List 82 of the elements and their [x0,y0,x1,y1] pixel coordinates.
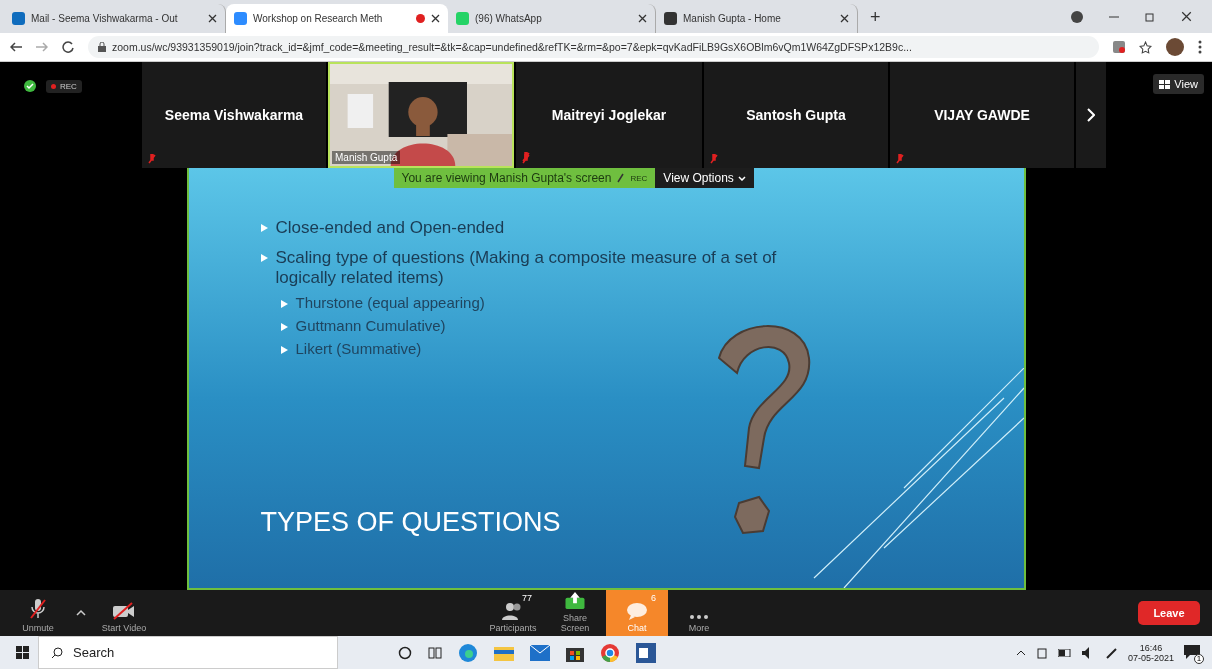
chat-icon [626,602,648,620]
start-video-button[interactable]: Start Video [92,590,156,636]
tab-title: (96) WhatsApp [475,13,543,24]
close-icon[interactable] [1181,11,1192,22]
address-bar[interactable]: zoom.us/wc/93931359019/join?track_id=&jmf_code=&meeting_result=&tk=&cap=undefined&refTK=&rm=&po=7&epk=qvKadFiLB9GsX6OBlm6vQm1W64ZgDFSPx12B9c... [88,36,1099,58]
bullet-icon [260,254,268,262]
caret-icon [737,175,746,181]
avatar-icon[interactable] [1166,38,1184,56]
recording-label: REC [630,173,648,183]
participant-name: Santosh Gupta [746,107,846,123]
caret-icon[interactable] [76,609,86,617]
mail-icon[interactable] [530,644,550,661]
clock-time: 16:46 [1139,642,1163,653]
task-view-icon[interactable] [428,645,442,660]
bullet-icon [260,224,268,232]
view-button[interactable]: View [1153,74,1204,94]
bullet-text: Scaling type of questions (Making a composite measure of a set of logically related items) [275,248,778,288]
profile-icon[interactable] [1071,10,1083,23]
tab-title: Mail - Seema Vishwakarma - Out [31,13,179,24]
bullet-text: Likert (Summative) [295,340,422,357]
count-label: 77 [522,593,532,603]
recording-badge: REC [46,80,82,93]
chevron-right-icon [1087,108,1095,122]
pen-icon[interactable] [1105,646,1118,659]
participant-name: Maitreyi Joglekar [551,107,667,123]
toolbar-button[interactable]: Share Screen [544,590,606,636]
browser-tab[interactable]: Workshop on Research Meth [226,4,448,33]
close-icon[interactable] [840,14,849,23]
tab-title: Manish Gupta - Home [683,13,782,24]
search-icon [51,646,63,659]
leave-button[interactable]: Leave [1138,601,1200,625]
restore-icon[interactable] [1145,11,1155,22]
back-icon[interactable] [10,42,22,52]
bullet-icon [280,300,288,308]
muted-mic-icon [617,173,625,183]
lock-icon [98,42,106,52]
chrome-icon[interactable] [600,642,620,663]
grid-icon [1159,79,1171,89]
close-icon[interactable] [638,14,647,23]
slide-title: TYPES OF QUESTIONS [260,507,562,538]
word-icon[interactable] [636,642,656,663]
menu-icon[interactable] [1198,40,1202,54]
search-placeholder: Search [73,645,115,660]
participant-name: Seema Vishwakarma [164,107,304,123]
star-icon[interactable] [1139,40,1152,54]
toolbar-button[interactable]: 77 Participants [482,590,544,636]
bullet-text: Close-ended and Open-ended [275,218,505,238]
close-icon[interactable] [208,14,217,23]
extension-icon[interactable] [1113,41,1125,53]
notification-button[interactable]: 1 [1184,644,1202,661]
muted-mic-icon [29,598,47,620]
taskbar-clock[interactable]: 16:46 07-05-2021 [1127,642,1174,663]
count-label: 6 [651,593,656,603]
notification-icon [1184,644,1200,659]
notification-count: 1 [1194,653,1204,664]
bullet-icon [280,323,288,331]
more-icon [689,614,709,620]
chevron-up-icon[interactable] [1015,649,1026,656]
participant-name: VIJAY GAWDE [934,107,1030,123]
reload-icon[interactable] [62,41,74,53]
url-text: zoom.us/wc/93931359019/join?track_id=&jmf_code=&meeting_result=&tk=&cap=undefined&refTK=&rm=&po=7&epk=qvKadFiLB9GsX6OBlm6vQm1W64ZgDFSPx12B9c... [112,41,912,53]
browser-icon[interactable] [458,642,478,663]
tab-title: Workshop on Research Meth [253,13,384,24]
close-icon[interactable] [431,14,440,23]
bullet-text: Guttmann Cumulative) [295,317,446,334]
cortana-icon[interactable] [398,645,412,660]
start-icon[interactable] [16,645,30,660]
clock-date: 07-05-2021 [1127,652,1174,663]
battery-icon[interactable] [1057,648,1072,657]
participant-name: Manish Gupta [332,151,401,164]
network-icon[interactable] [1035,646,1048,659]
share-screen-icon [564,591,586,610]
new-tab-button[interactable]: + [870,7,881,28]
shield-icon [24,80,36,92]
view-options-button[interactable]: View Options [655,168,754,188]
bullet-icon [280,346,288,354]
video-off-icon [112,602,136,620]
bullet-text: Thurstone (equal appearing) [295,294,485,311]
banner-text: You are viewing Manish Gupta's screen [401,171,612,185]
taskbar-search-field[interactable]: Search [38,636,338,669]
toolbar-button[interactable]: More [668,590,730,636]
unmute-button[interactable]: Unmute [6,590,70,636]
